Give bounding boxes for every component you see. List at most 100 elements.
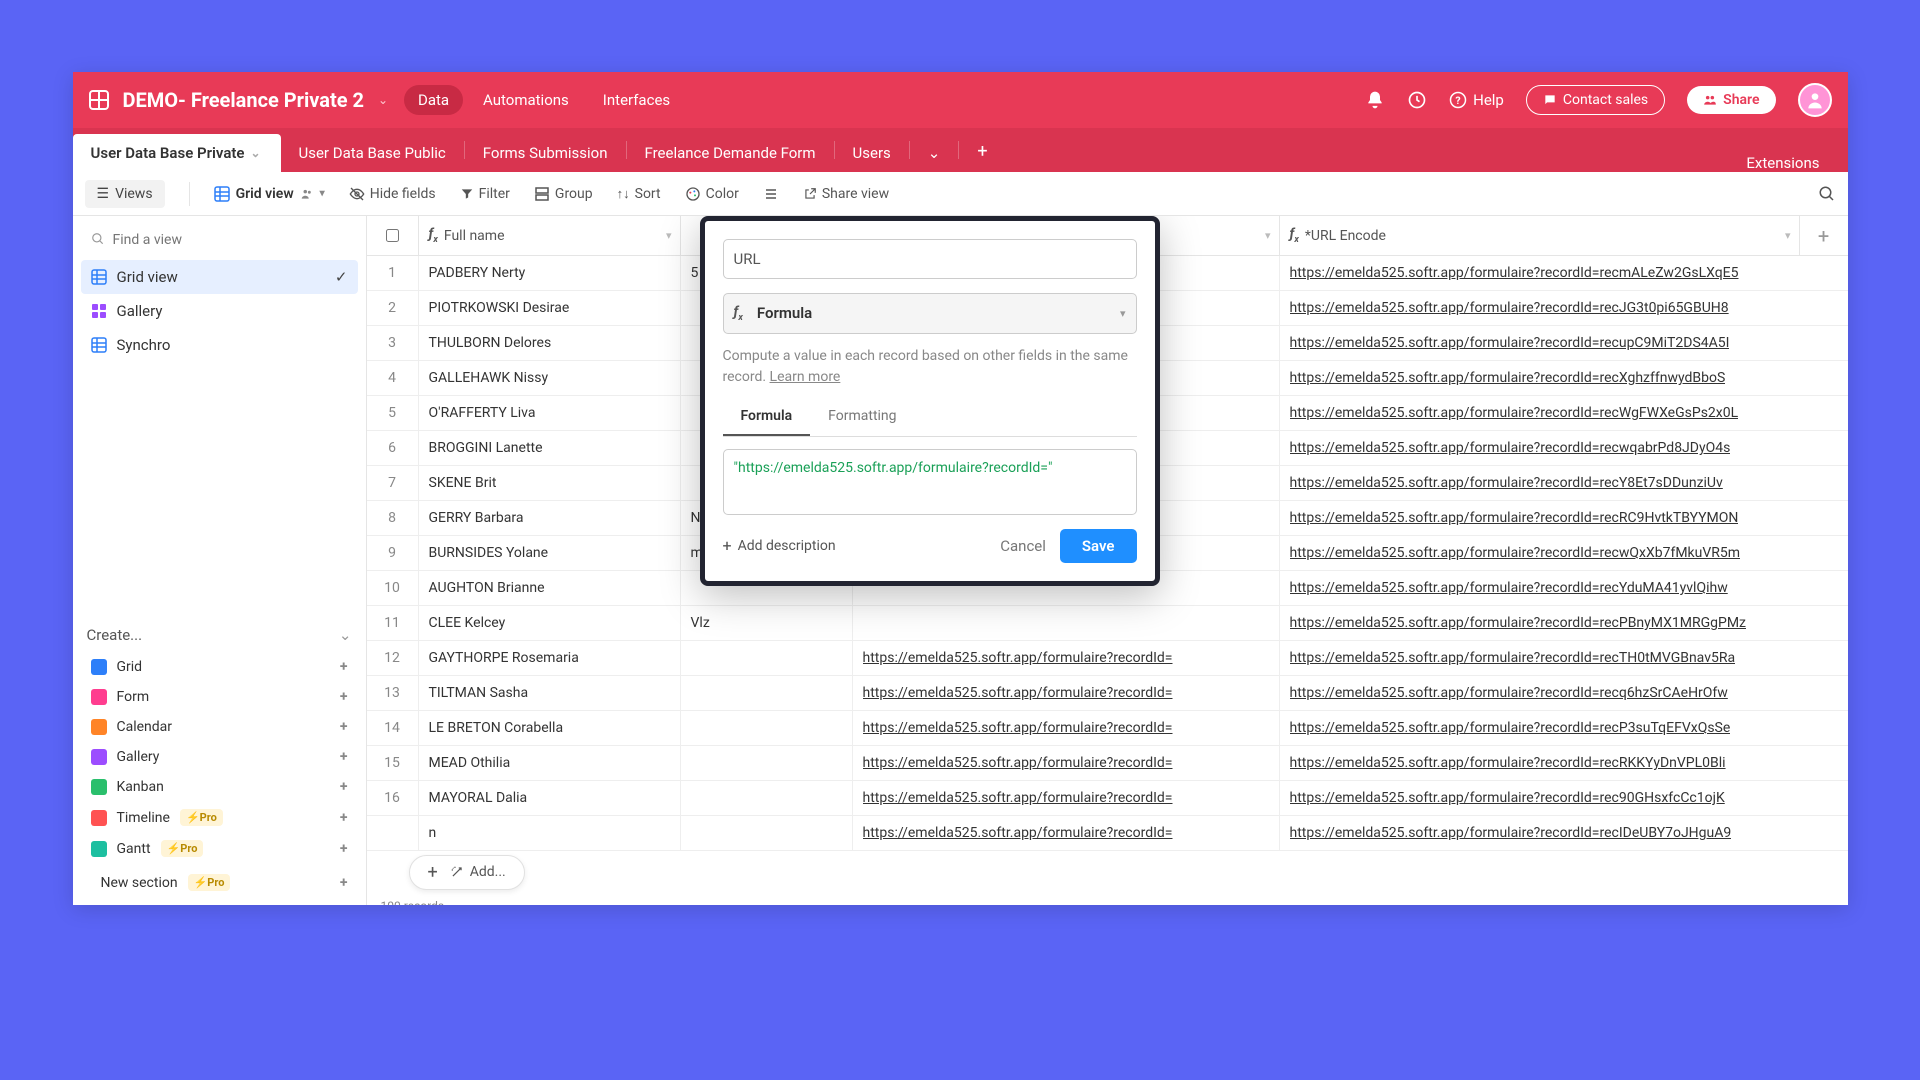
cell-unknown[interactable] xyxy=(681,816,853,850)
learn-more-link[interactable]: Learn more xyxy=(770,369,841,385)
share-button[interactable]: Share xyxy=(1687,86,1775,114)
cell-fullname[interactable]: MAYORAL Dalia xyxy=(419,781,681,815)
cell-fullname[interactable]: n xyxy=(419,816,681,850)
cell-urlencode[interactable]: https://emelda525.softr.app/formulaire?r… xyxy=(1280,501,1848,535)
cell-urlencode[interactable]: https://emelda525.softr.app/formulaire?r… xyxy=(1280,396,1848,430)
extensions-link[interactable]: Extensions xyxy=(1718,154,1847,172)
cell-urlencode[interactable]: https://emelda525.softr.app/formulaire?r… xyxy=(1280,536,1848,570)
cell-unknown[interactable] xyxy=(681,781,853,815)
cell-url[interactable]: https://emelda525.softr.app/formulaire?r… xyxy=(853,676,1280,710)
cell-fullname[interactable]: O'RAFFERTY Liva xyxy=(419,396,681,430)
cell-url[interactable]: https://emelda525.softr.app/formulaire?r… xyxy=(853,746,1280,780)
create-grid[interactable]: Grid+ xyxy=(87,652,352,682)
cell-fullname[interactable]: PIOTRKOWSKI Desirae xyxy=(419,291,681,325)
cell-fullname[interactable]: THULBORN Delores xyxy=(419,326,681,360)
color-button[interactable]: Color xyxy=(685,186,739,202)
cell-urlencode[interactable]: https://emelda525.softr.app/formulaire?r… xyxy=(1280,641,1848,675)
cell-fullname[interactable]: AUGHTON Brianne xyxy=(419,571,681,605)
table-row[interactable]: 12 GAYTHORPE Rosemaria https://emelda525… xyxy=(367,641,1848,676)
cell-urlencode[interactable]: https://emelda525.softr.app/formulaire?r… xyxy=(1280,256,1848,290)
cell-url[interactable] xyxy=(853,606,1280,640)
find-view-input[interactable] xyxy=(87,226,352,254)
row-height-button[interactable] xyxy=(763,186,779,202)
select-all-checkbox[interactable] xyxy=(367,216,419,255)
table-tab-user-private[interactable]: User Data Base Private ⌄ xyxy=(73,134,281,172)
create-timeline[interactable]: Timeline ⚡Pro+ xyxy=(87,802,352,833)
cell-fullname[interactable]: LE BRETON Corabella xyxy=(419,711,681,745)
formula-editor[interactable]: "https://emelda525.softr.app/formulaire?… xyxy=(723,449,1137,515)
add-row-button[interactable]: + xyxy=(428,862,438,883)
search-icon[interactable] xyxy=(1818,185,1836,203)
table-tab-more[interactable]: ⌄ xyxy=(910,134,959,172)
create-form[interactable]: Form+ xyxy=(87,682,352,712)
table-tab-user-public[interactable]: User Data Base Public xyxy=(281,134,464,172)
nav-automations[interactable]: Automations xyxy=(469,85,583,115)
view-grid[interactable]: Grid view ✓ xyxy=(81,260,358,294)
bell-icon[interactable] xyxy=(1365,90,1385,110)
current-view[interactable]: Grid view ▾ xyxy=(214,186,325,202)
cell-fullname[interactable]: GAYTHORPE Rosemaria xyxy=(419,641,681,675)
tab-formatting[interactable]: Formatting xyxy=(810,398,914,436)
cell-url[interactable]: https://emelda525.softr.app/formulaire?r… xyxy=(853,641,1280,675)
table-tab-users[interactable]: Users xyxy=(835,134,909,172)
cell-urlencode[interactable]: https://emelda525.softr.app/formulaire?r… xyxy=(1280,816,1848,850)
cell-urlencode[interactable]: https://emelda525.softr.app/formulaire?r… xyxy=(1280,781,1848,815)
create-section[interactable]: New section ⚡Pro+ xyxy=(87,864,352,905)
cell-urlencode[interactable]: https://emelda525.softr.app/formulaire?r… xyxy=(1280,676,1848,710)
field-name-input[interactable] xyxy=(723,239,1137,279)
group-button[interactable]: Group xyxy=(534,186,593,202)
table-row[interactable]: 11 CLEE Kelcey Vlz https://emelda525.sof… xyxy=(367,606,1848,641)
col-fullname[interactable]: ƒxFull name▾ xyxy=(419,216,681,255)
cell-fullname[interactable]: BROGGINI Lanette xyxy=(419,431,681,465)
sort-button[interactable]: ↑↓ Sort xyxy=(617,186,661,202)
filter-button[interactable]: Filter xyxy=(460,186,510,202)
cell-urlencode[interactable]: https://emelda525.softr.app/formulaire?r… xyxy=(1280,326,1848,360)
col-urlencode[interactable]: ƒx*URL Encode▾ xyxy=(1280,216,1800,255)
tab-formula[interactable]: Formula xyxy=(723,398,811,436)
table-row[interactable]: 13 TILTMAN Sasha https://emelda525.softr… xyxy=(367,676,1848,711)
cell-fullname[interactable]: TILTMAN Sasha xyxy=(419,676,681,710)
share-view-button[interactable]: Share view xyxy=(803,186,889,202)
cell-fullname[interactable]: CLEE Kelcey xyxy=(419,606,681,640)
add-description-button[interactable]: +Add description xyxy=(723,536,836,555)
save-button[interactable]: Save xyxy=(1060,529,1137,563)
cell-unknown[interactable] xyxy=(681,711,853,745)
table-tab-forms[interactable]: Forms Submission xyxy=(465,134,626,172)
contact-sales-button[interactable]: Contact sales xyxy=(1526,85,1665,115)
create-header[interactable]: Create... ⌄ xyxy=(87,618,352,652)
create-kanban[interactable]: Kanban+ xyxy=(87,772,352,802)
cell-urlencode[interactable]: https://emelda525.softr.app/formulaire?r… xyxy=(1280,606,1848,640)
avatar[interactable] xyxy=(1798,83,1832,117)
cell-url[interactable]: https://emelda525.softr.app/formulaire?r… xyxy=(853,781,1280,815)
cell-urlencode[interactable]: https://emelda525.softr.app/formulaire?r… xyxy=(1280,361,1848,395)
table-tab-freelance[interactable]: Freelance Demande Form xyxy=(627,134,834,172)
cell-urlencode[interactable]: https://emelda525.softr.app/formulaire?r… xyxy=(1280,571,1848,605)
cell-urlencode[interactable]: https://emelda525.softr.app/formulaire?r… xyxy=(1280,466,1848,500)
add-table-button[interactable]: + xyxy=(959,131,1005,172)
table-row[interactable]: 16 MAYORAL Dalia https://emelda525.softr… xyxy=(367,781,1848,816)
history-icon[interactable] xyxy=(1407,90,1427,110)
hide-fields-button[interactable]: Hide fields xyxy=(349,186,436,202)
cell-urlencode[interactable]: https://emelda525.softr.app/formulaire?r… xyxy=(1280,431,1848,465)
table-row[interactable]: n https://emelda525.softr.app/formulaire… xyxy=(367,816,1848,851)
view-gallery[interactable]: Gallery xyxy=(81,294,358,328)
cell-unknown[interactable] xyxy=(681,641,853,675)
create-gallery[interactable]: Gallery+ xyxy=(87,742,352,772)
add-column-button[interactable]: + xyxy=(1800,216,1848,255)
nav-interfaces[interactable]: Interfaces xyxy=(589,85,684,115)
cell-fullname[interactable]: PADBERY Nerty xyxy=(419,256,681,290)
create-gantt[interactable]: Gantt ⚡Pro+ xyxy=(87,833,352,864)
table-row[interactable]: 14 LE BRETON Corabella https://emelda525… xyxy=(367,711,1848,746)
cell-urlencode[interactable]: https://emelda525.softr.app/formulaire?r… xyxy=(1280,746,1848,780)
cell-url[interactable]: https://emelda525.softr.app/formulaire?r… xyxy=(853,711,1280,745)
cell-fullname[interactable]: GERRY Barbara xyxy=(419,501,681,535)
cell-urlencode[interactable]: https://emelda525.softr.app/formulaire?r… xyxy=(1280,711,1848,745)
views-toggle[interactable]: ☰Views xyxy=(85,180,165,208)
cell-unknown[interactable] xyxy=(681,676,853,710)
create-calendar[interactable]: Calendar+ xyxy=(87,712,352,742)
field-type-select[interactable]: ƒx Formula ▾ xyxy=(723,293,1137,334)
add-menu-button[interactable]: Add... xyxy=(450,864,506,880)
cell-unknown[interactable] xyxy=(681,746,853,780)
help-button[interactable]: ? Help xyxy=(1449,91,1504,109)
cell-unknown[interactable]: Vlz xyxy=(681,606,853,640)
